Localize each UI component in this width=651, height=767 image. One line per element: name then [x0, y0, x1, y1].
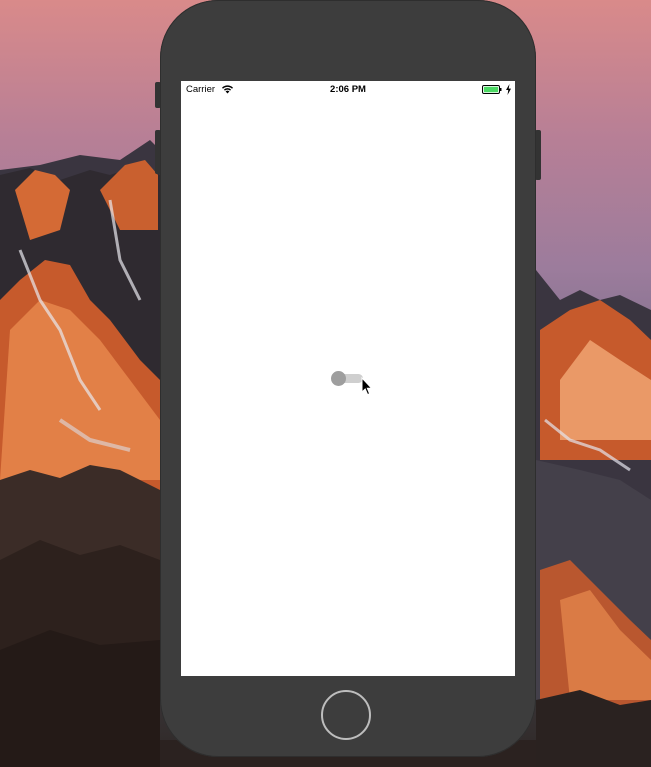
toggle-thumb[interactable]: [331, 371, 346, 386]
desktop-background: Carrier 2:06 PM: [0, 0, 651, 767]
charging-bolt-icon: [506, 84, 511, 95]
app-screen: Carrier 2:06 PM: [181, 81, 515, 676]
status-bar: Carrier 2:06 PM: [181, 81, 515, 98]
battery-icon: [482, 85, 502, 94]
arrow-cursor-icon: [361, 377, 373, 396]
toggle-switch[interactable]: [331, 371, 365, 386]
home-button[interactable]: [321, 690, 371, 740]
status-time: 2:06 PM: [330, 84, 366, 95]
